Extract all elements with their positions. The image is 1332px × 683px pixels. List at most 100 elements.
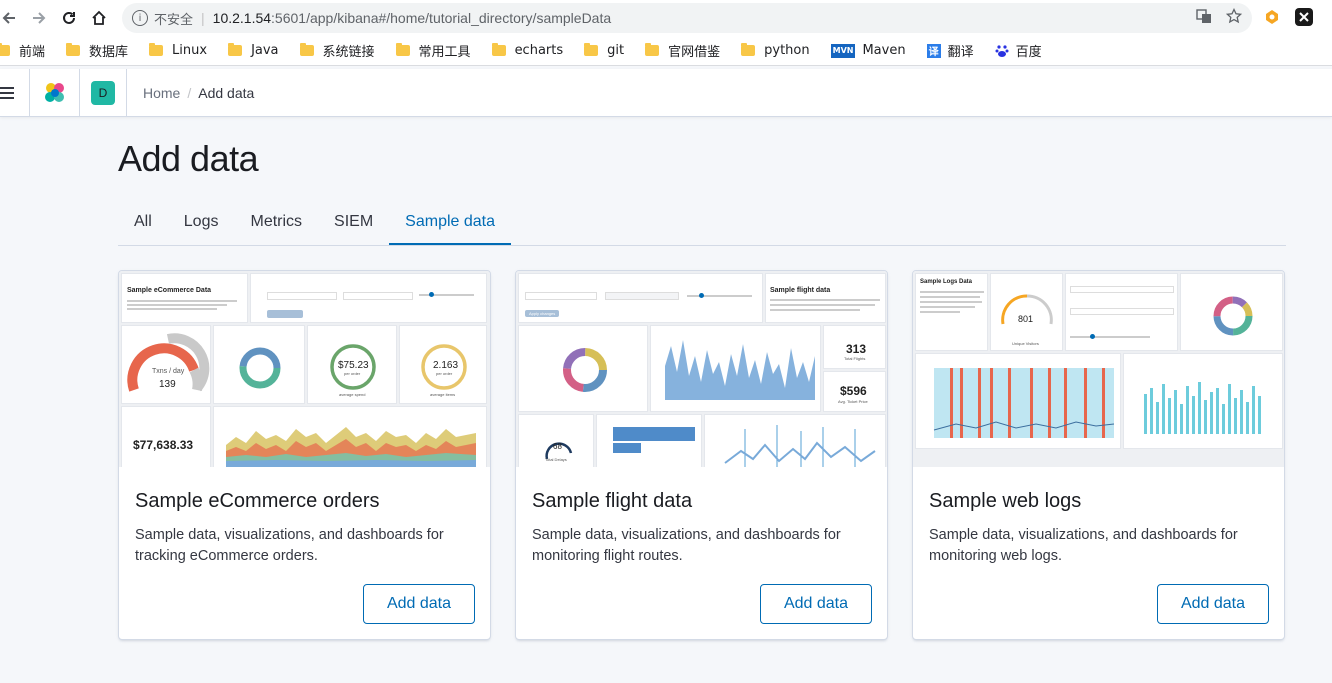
thumb-panel: $596 Avg. Ticket Price <box>823 371 886 412</box>
browser-toolbar: i 不安全 | 10.2.1.54:5601/app/kibana#/home/… <box>0 0 1332 36</box>
tab-logs[interactable]: Logs <box>168 200 235 245</box>
folder-icon <box>645 43 660 56</box>
bookmark-item[interactable]: 常用工具 <box>395 41 471 60</box>
add-data-button[interactable]: Add data <box>1157 584 1269 624</box>
baidu-icon <box>995 44 1009 58</box>
bookmark-item[interactable]: Linux <box>149 43 207 58</box>
address-separator: | <box>201 10 205 26</box>
thumb-panel: 801 Unique Visitors <box>990 273 1063 351</box>
area-chart <box>665 340 815 400</box>
extension-icon[interactable] <box>1263 8 1281 26</box>
card-title: Sample flight data <box>532 490 693 512</box>
gauge-chart <box>1001 294 1053 325</box>
folder-icon <box>584 43 599 56</box>
space-selector[interactable]: D <box>80 68 127 117</box>
thumb-metric-sub: Total Delays <box>545 457 567 462</box>
tab-sample-data[interactable]: Sample data <box>389 200 512 245</box>
thumb-metric-value: 68 <box>553 442 562 451</box>
bookmark-item[interactable]: 官网借鉴 <box>645 41 720 60</box>
folder-icon <box>228 43 243 56</box>
card-description: Sample data, visualizations, and dashboa… <box>135 527 444 564</box>
bookmarks-bar: 前端 数据库 Linux Java 系统链接 常用工具 echarts git … <box>0 36 1332 66</box>
area-chart <box>226 427 476 467</box>
extension-icon[interactable] <box>1295 8 1313 26</box>
thumb-panel: Txns / day 139 <box>121 325 211 404</box>
bookmark-item[interactable]: 前端 <box>0 41 45 60</box>
thumb-metric-value: $75.23 <box>338 360 369 371</box>
thumb-metric-sub: Unique Visitors <box>1012 341 1039 346</box>
folder-icon <box>741 43 756 56</box>
thumb-panel <box>250 273 487 323</box>
bookmark-item[interactable]: 译翻译 <box>926 41 974 60</box>
thumb-panel <box>704 414 886 467</box>
bookmark-item[interactable]: python <box>741 43 810 58</box>
address-bar[interactable]: i 不安全 | 10.2.1.54:5601/app/kibana#/home/… <box>122 3 1252 33</box>
donut-chart <box>563 348 607 392</box>
tab-metrics[interactable]: Metrics <box>234 200 318 245</box>
folder-icon <box>0 43 10 56</box>
thumb-metric-value: 801 <box>1018 314 1034 324</box>
card-description: Sample data, visualizations, and dashboa… <box>929 527 1238 564</box>
back-icon[interactable] <box>0 3 24 33</box>
thumb-metric-value: 313 <box>846 342 867 356</box>
translate-icon: 译 <box>926 43 941 58</box>
thumb-apply-button: Apply changes <box>525 310 560 317</box>
thumb-panel: $77,638.33 <box>121 406 211 467</box>
bookmark-item[interactable]: MVN Maven <box>830 43 906 58</box>
folder-icon <box>395 43 410 56</box>
add-data-button[interactable]: Add data <box>363 584 475 624</box>
security-label: 不安全 <box>154 12 194 28</box>
gauge-chart <box>127 333 210 392</box>
bookmark-item[interactable]: 系统链接 <box>299 41 375 60</box>
thumb-metric-caption: average items <box>430 392 456 397</box>
thumb-panel: 68 Total Delays <box>518 414 594 467</box>
thumb-metric-sub: per order <box>436 371 453 376</box>
tab-bar: All Logs Metrics SIEM Sample data <box>118 200 1286 246</box>
page-title: Add data <box>118 138 259 179</box>
bookmark-item[interactable]: 数据库 <box>66 41 128 60</box>
bookmark-star-icon[interactable] <box>1225 7 1243 29</box>
card-thumbnail: Sample eCommerce Data Txns / day 139 $75… <box>119 271 490 467</box>
bar-chart <box>1144 382 1261 434</box>
sample-card-ecommerce: Sample eCommerce Data Txns / day 139 $75… <box>118 270 491 640</box>
gauge-label: Txns / day <box>152 368 185 375</box>
sample-card-flights: Apply changes Sample flight data 313 Tot… <box>515 270 888 640</box>
thumb-panel <box>915 353 1121 449</box>
bookmark-item[interactable]: git <box>584 43 624 58</box>
bookmark-item[interactable]: echarts <box>491 43 563 58</box>
thumb-panel <box>1180 273 1283 351</box>
thumb-panel: 2.163 per order average items <box>399 325 487 404</box>
donut-chart <box>239 347 281 389</box>
space-avatar[interactable]: D <box>91 80 115 105</box>
line-chart <box>724 425 876 467</box>
card-description: Sample data, visualizations, and dashboa… <box>532 527 841 564</box>
home-icon[interactable] <box>84 3 114 33</box>
info-icon[interactable]: i <box>132 10 148 26</box>
kibana-logo-icon[interactable] <box>30 68 80 117</box>
url-path: :5601/app/kibana#/home/tutorial_director… <box>271 10 612 26</box>
thumb-panel: Sample Logs Data <box>915 273 988 351</box>
breadcrumb-home[interactable]: Home <box>143 85 180 101</box>
area-chart <box>933 368 1115 438</box>
thumb-metric-sub: per order <box>344 371 361 376</box>
thumb-panel <box>596 414 702 467</box>
thumb-panel: 313 Total Flights <box>823 325 886 369</box>
menu-icon[interactable] <box>0 68 30 117</box>
breadcrumb-separator: / <box>187 84 192 101</box>
bookmark-item[interactable]: 百度 <box>995 41 1042 60</box>
gauge-value: 139 <box>159 379 176 390</box>
sample-card-weblogs: Sample Logs Data 801 Unique Visitors Sam… <box>912 270 1285 640</box>
forward-icon[interactable] <box>24 3 54 33</box>
add-data-button[interactable]: Add data <box>760 584 872 624</box>
breadcrumb: Home / Add data <box>143 85 254 101</box>
thumb-heading: Sample eCommerce Data <box>127 287 212 294</box>
reload-icon[interactable] <box>54 3 84 33</box>
bookmark-item[interactable]: Java <box>228 43 279 58</box>
thumb-text <box>127 298 245 310</box>
tab-all[interactable]: All <box>118 200 168 245</box>
translate-page-icon[interactable] <box>1196 8 1212 29</box>
folder-icon <box>491 43 506 56</box>
folder-icon <box>66 43 81 56</box>
tab-siem[interactable]: SIEM <box>318 200 389 245</box>
donut-chart <box>1213 296 1253 336</box>
